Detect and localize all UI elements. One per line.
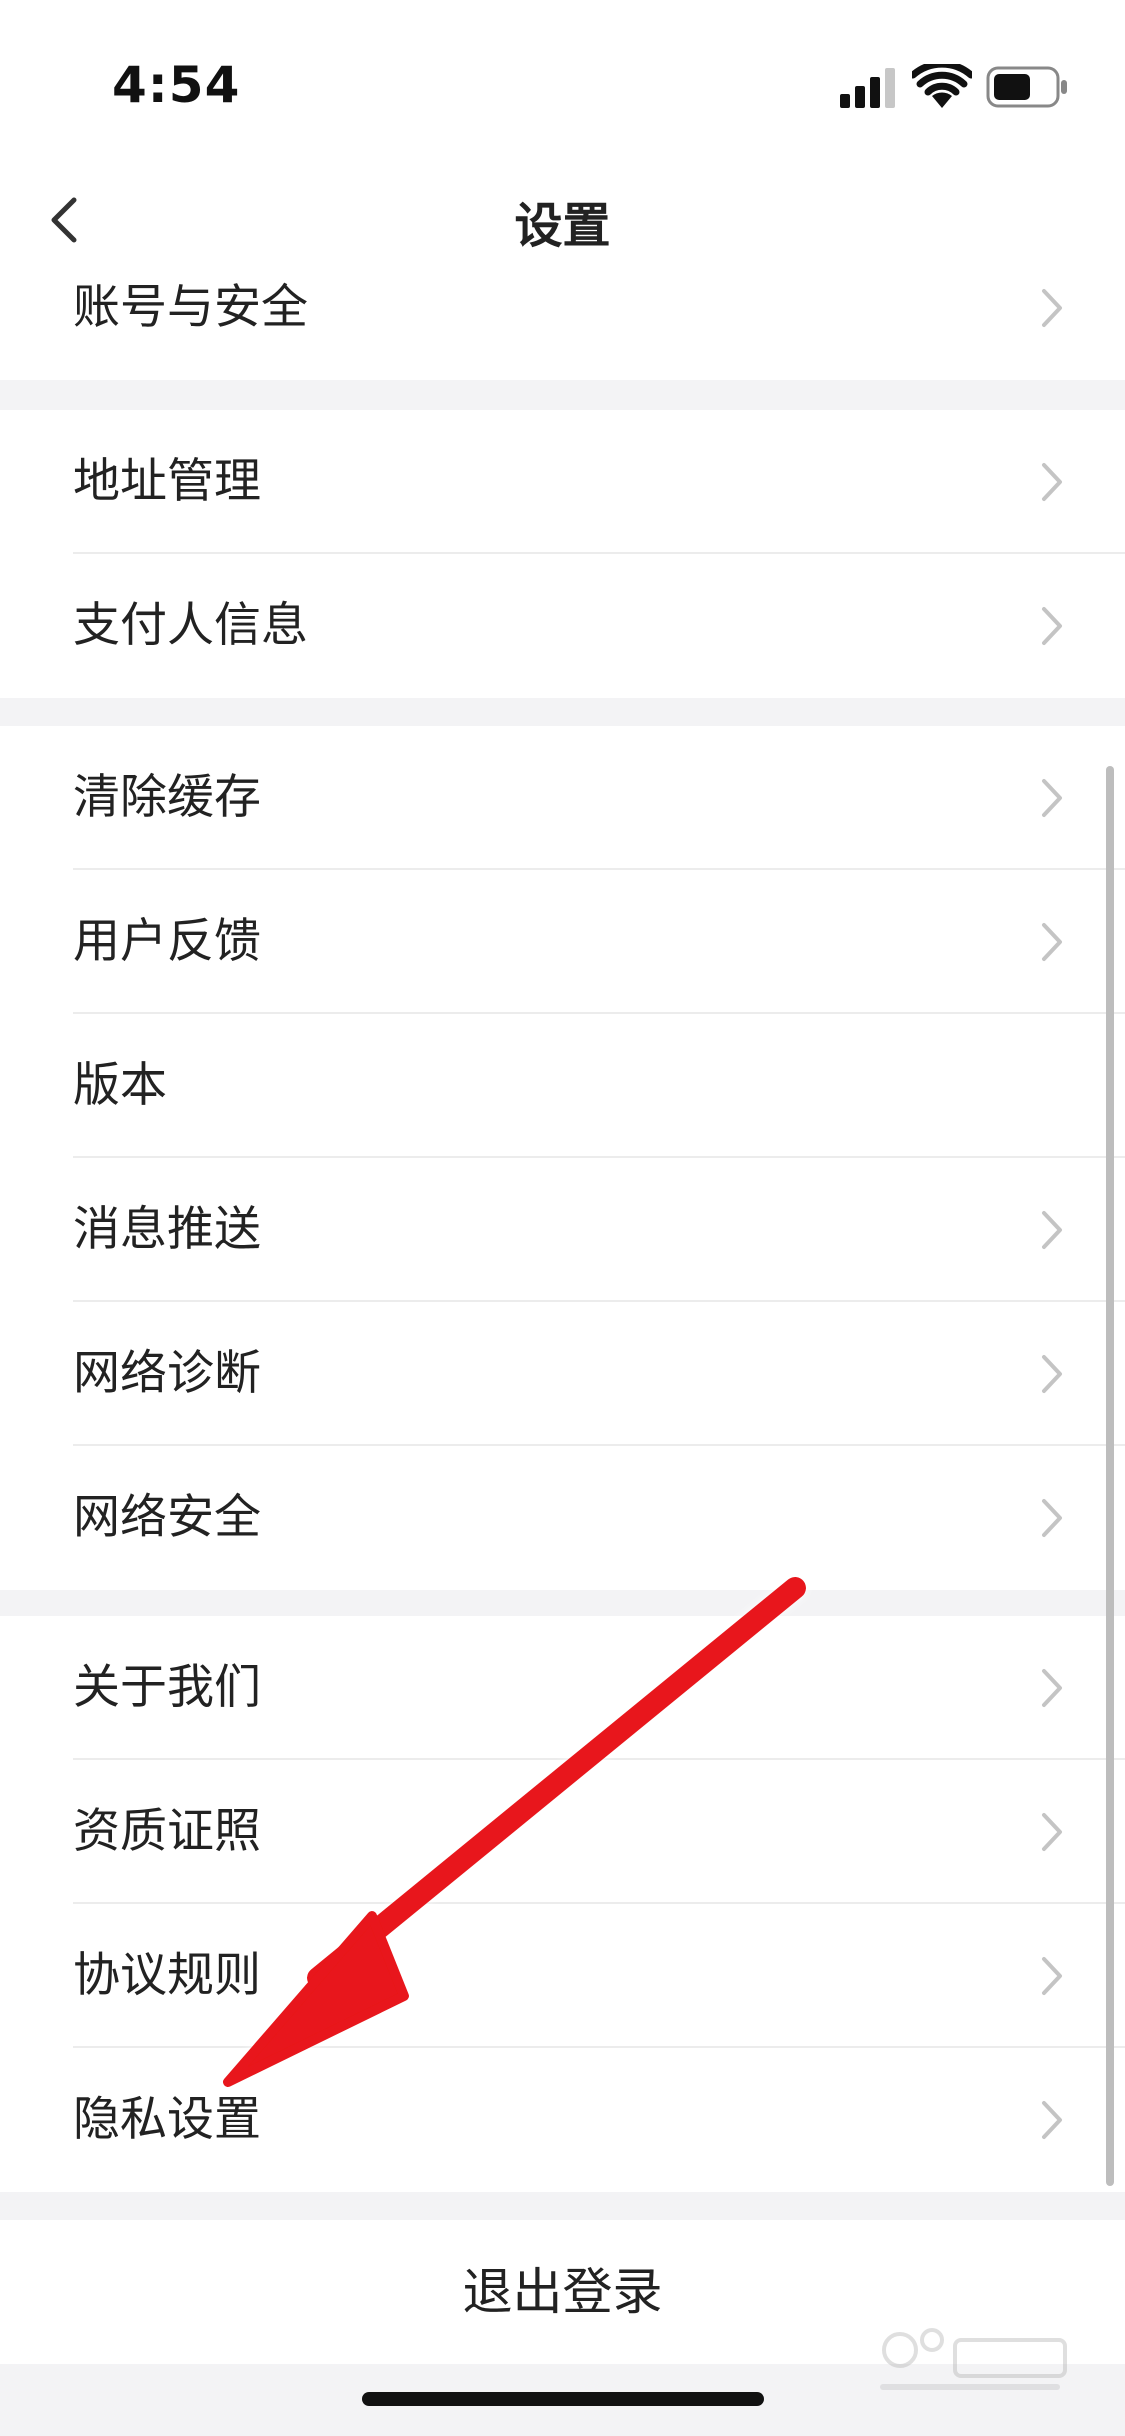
settings-row-address[interactable]: 地址管理 [0,410,1125,554]
settings-row-network-security[interactable]: 网络安全 [0,1446,1125,1590]
battery-icon [986,66,1067,108]
settings-row-agreements[interactable]: 协议规则 [0,1904,1125,2048]
home-indicator[interactable] [362,2392,764,2406]
chevron-right-icon [1042,2101,1062,2139]
settings-row-privacy[interactable]: 隐私设置 [0,2048,1125,2192]
row-label: 资质证照 [73,1804,261,1859]
chevron-right-icon [1042,779,1062,817]
row-label: 消息推送 [73,1202,261,1257]
row-label: 用户反馈 [73,914,261,969]
settings-row-version: 版本 [0,1014,1125,1158]
settings-group-general: 清除缓存 用户反馈 版本 消息推送 网络诊断 网络安全 [0,726,1125,1590]
settings-row-account-security[interactable]: 账号与安全 [0,270,1125,380]
logout-label: 退出登录 [462,2263,663,2321]
status-time: 4:54 [112,56,241,114]
chevron-right-icon [1042,1669,1062,1707]
chevron-right-icon [1042,1957,1062,1995]
row-label: 地址管理 [73,454,261,509]
settings-group-address: 地址管理 支付人信息 [0,410,1125,698]
chevron-right-icon [1042,1211,1062,1249]
status-bar: 4:54 [0,0,1125,170]
baidu-jingyan-logo [880,2328,1067,2390]
row-label: 网络安全 [73,1490,261,1545]
row-label: 版本 [73,1058,167,1113]
settings-row-about-us[interactable]: 关于我们 [0,1616,1125,1760]
chevron-right-icon [1042,1355,1062,1393]
nav-bar: 设置 [0,170,1125,270]
chevron-right-icon [1042,463,1062,501]
row-label: 清除缓存 [73,770,261,825]
row-label: 账号与安全 [73,280,308,335]
row-label: 隐私设置 [73,2092,261,2147]
settings-row-push-notifications[interactable]: 消息推送 [0,1158,1125,1302]
cellular-signal-icon [840,68,895,108]
wifi-icon [912,64,972,108]
settings-group-about: 关于我们 资质证照 协议规则 隐私设置 [0,1616,1125,2192]
settings-row-qualifications[interactable]: 资质证照 [0,1760,1125,1904]
row-label: 关于我们 [73,1660,261,1715]
chevron-right-icon [1042,1813,1062,1851]
chevron-right-icon [1042,607,1062,645]
settings-row-payer-info[interactable]: 支付人信息 [0,554,1125,698]
row-label: 支付人信息 [73,598,308,653]
settings-row-feedback[interactable]: 用户反馈 [0,870,1125,1014]
row-label: 协议规则 [73,1948,261,2003]
scrollbar[interactable] [1106,766,1114,2186]
page-title: 设置 [514,198,611,254]
chevron-right-icon [1042,1499,1062,1537]
settings-group-account: 账号与安全 [0,270,1125,380]
settings-row-network-diagnosis[interactable]: 网络诊断 [0,1302,1125,1446]
row-label: 网络诊断 [73,1346,261,1401]
chevron-right-icon [1042,923,1062,961]
settings-row-clear-cache[interactable]: 清除缓存 [0,726,1125,870]
chevron-right-icon [1042,289,1062,327]
